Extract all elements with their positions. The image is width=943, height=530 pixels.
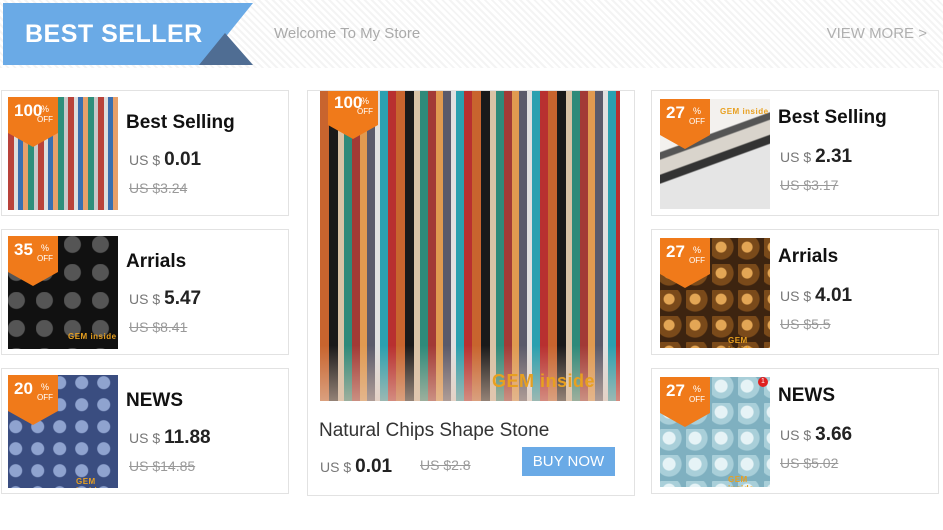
product-title[interactable]: Best Selling (126, 112, 235, 134)
view-more-link[interactable]: VIEW MORE > (827, 25, 927, 42)
product-title[interactable]: NEWS (778, 385, 835, 407)
product-image[interactable]: 35 % OFF GEM inside (8, 236, 118, 349)
gem-logo: GEM inside (728, 336, 754, 348)
product-title[interactable]: Arrials (126, 251, 186, 273)
original-price: US $3.24 (129, 180, 188, 196)
original-price: US $5.5 (780, 316, 831, 332)
product-card[interactable]: 20 % OFF GEM inside NEWS US $11.88 US $1… (1, 368, 289, 494)
product-title[interactable]: Arrials (778, 246, 838, 268)
featured-original-price: US $2.8 (420, 457, 471, 473)
product-title[interactable]: NEWS (126, 390, 183, 412)
product-image[interactable]: 27 % OFF GEM inside (660, 238, 770, 348)
product-card[interactable]: 27 % OFF GEM inside Arrials US $4.01 US … (651, 229, 939, 355)
product-card[interactable]: 100 % OFF Best Selling US $0.01 US $3.24 (1, 90, 289, 216)
discount-badge: 27 % OFF (660, 377, 710, 427)
welcome-text: Welcome To My Store (274, 25, 421, 42)
original-price: US $14.85 (129, 458, 196, 474)
product-card[interactable]: 27 % OFF GEM inside Best Selling US $2.3… (651, 90, 939, 216)
gem-logo: GEM inside (68, 332, 117, 341)
product-image[interactable]: 27 % OFF 1 GEM inside (660, 377, 770, 487)
best-seller-banner: BEST SELLER (3, 3, 253, 65)
original-price: US $8.41 (129, 319, 188, 335)
gem-logo: GEM inside (720, 107, 769, 116)
product-price: US $2.31 (780, 146, 853, 167)
product-card[interactable]: 27 % OFF 1 GEM inside NEWS US $3.66 US $… (651, 368, 939, 494)
featured-product-title[interactable]: Natural Chips Shape Stone (319, 420, 549, 442)
original-price: US $3.17 (780, 177, 839, 193)
product-image[interactable]: 20 % OFF GEM inside (8, 375, 118, 488)
product-title[interactable]: Best Selling (778, 107, 887, 129)
banner-title: BEST SELLER (25, 20, 203, 48)
product-price: US $5.47 (129, 288, 202, 309)
featured-price: US $0.01 (320, 456, 393, 477)
product-price: US $3.66 (780, 424, 853, 445)
notification-badge: 1 (758, 377, 768, 387)
featured-product-card[interactable]: 100 % OFF GEM inside Natural Chips Shape… (307, 90, 635, 496)
gem-logo: GEM inside (492, 371, 596, 391)
product-price: US $4.01 (780, 285, 853, 306)
gem-logo: GEM inside (728, 475, 754, 487)
discount-badge: 27 % OFF (660, 99, 710, 149)
product-image[interactable]: 27 % OFF GEM inside (660, 99, 770, 209)
gem-logo: GEM inside (76, 477, 102, 488)
product-price: US $0.01 (129, 149, 202, 170)
product-card[interactable]: 35 % OFF GEM inside Arrials US $5.47 US … (1, 229, 289, 355)
product-image[interactable]: 100 % OFF (8, 97, 118, 210)
discount-badge: 100 % OFF (8, 97, 58, 147)
buy-now-button[interactable]: BUY NOW (522, 447, 615, 476)
store-header: BEST SELLER Welcome To My Store VIEW MOR… (0, 0, 943, 68)
featured-product-image[interactable]: 100 % OFF GEM inside (320, 91, 620, 401)
discount-badge: 35 % OFF (8, 236, 58, 286)
product-price: US $11.88 (129, 427, 211, 448)
original-price: US $5.02 (780, 455, 839, 471)
discount-badge: 100 % OFF (328, 91, 378, 139)
discount-badge: 27 % OFF (660, 238, 710, 288)
discount-badge: 20 % OFF (8, 375, 58, 425)
